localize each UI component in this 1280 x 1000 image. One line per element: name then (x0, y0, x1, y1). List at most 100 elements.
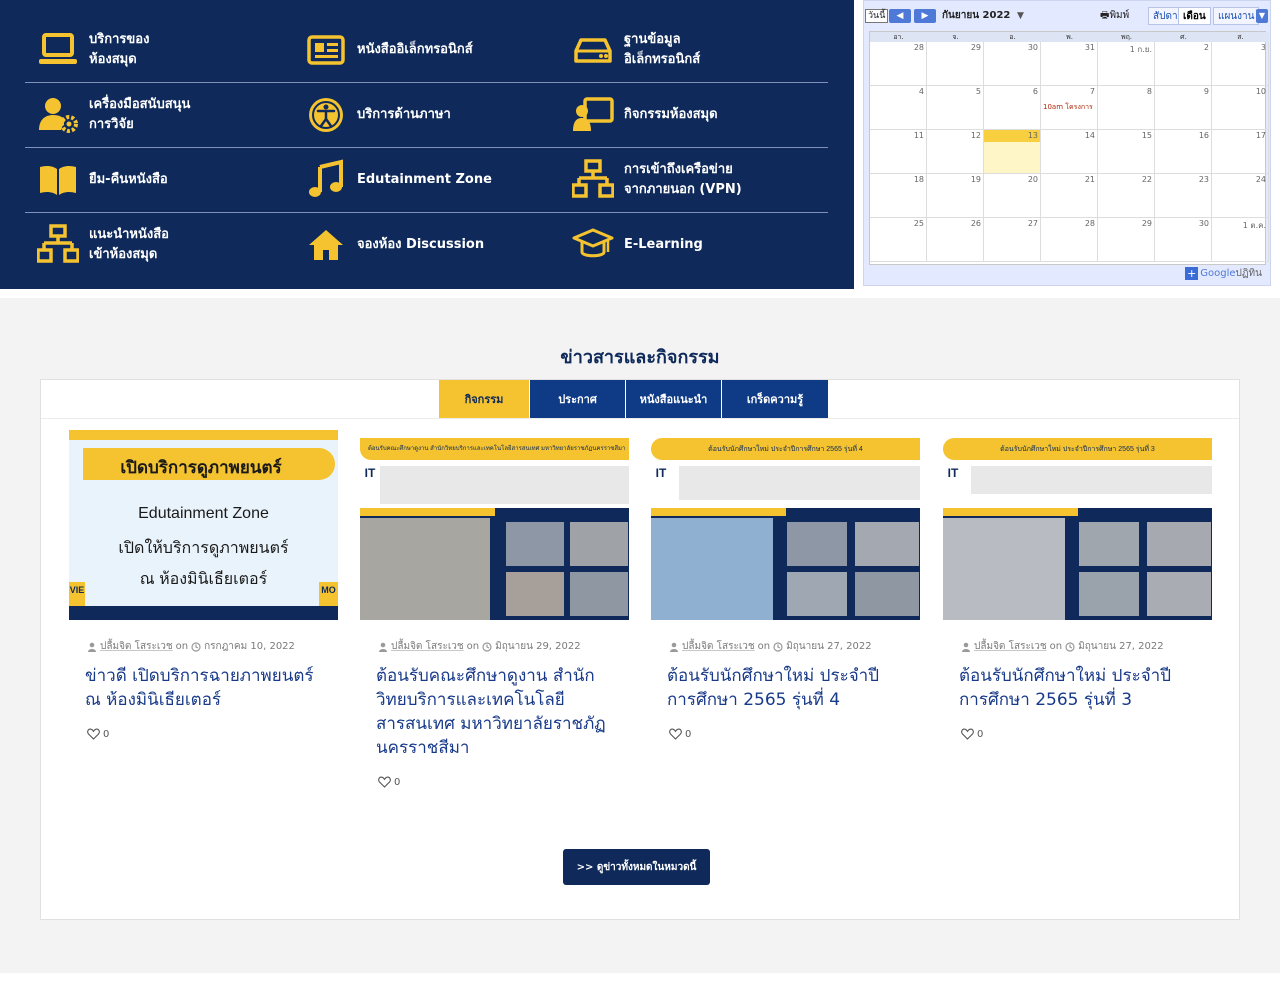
post-title[interactable]: ต้อนรับคณะศึกษาดูงาน สำนักวิทยบริการและเ… (376, 664, 611, 760)
calendar-day-cell[interactable]: 12 (927, 130, 984, 174)
calendar-day-cell[interactable]: 7 10am โครงการ (1041, 86, 1098, 130)
thumbnail-tag-right: MO (321, 585, 336, 595)
post-likes[interactable]: 0 (961, 728, 1212, 740)
service-vpn[interactable]: การเข้าถึงเครือข่าย จากภายนอก (VPN) (570, 148, 828, 212)
calendar-next-button[interactable]: ▶ (914, 9, 936, 23)
calendar-day-cell[interactable]: 8 (1098, 86, 1155, 130)
service-library-services[interactable]: บริการของ ห้องสมุด (35, 18, 290, 82)
service-research-tools[interactable]: เครื่องมือสนับสนุน การวิจัย (35, 83, 290, 147)
calendar-day-cell[interactable]: 19 (927, 174, 984, 218)
calendar-day-cell[interactable]: 31 (1041, 42, 1098, 86)
service-room-booking[interactable]: จองห้อง Discussion (303, 213, 558, 277)
thumbnail-text-block (380, 466, 629, 504)
calendar-weekday-header: อา. (870, 32, 927, 42)
thumbnail-line: Edutainment Zone (138, 505, 269, 522)
calendar-day-number: 10 (1255, 87, 1266, 96)
calendar-day-cell[interactable]: 16 (1155, 130, 1212, 174)
calendar-day-cell[interactable]: 23 (1155, 174, 1212, 218)
service-edutainment-zone[interactable]: Edutainment Zone (303, 148, 558, 212)
calendar-day-number: 24 (1255, 175, 1266, 184)
heart-icon (378, 776, 391, 788)
news-thumbnail[interactable]: ต้อนรับนักศึกษาใหม่ ประจำปีการศึกษา 2565… (651, 430, 920, 620)
calendar-day-cell[interactable]: 18 (870, 174, 927, 218)
calendar-day-cell[interactable]: 13 (984, 130, 1041, 174)
news-card: ต้อนรับนักศึกษาใหม่ ประจำปีการศึกษา 2565… (651, 430, 920, 740)
calendar-day-cell[interactable]: 11 (870, 130, 927, 174)
thumbnail-footer (69, 606, 338, 620)
calendar-day-cell[interactable]: 1 ก.ย. (1098, 42, 1155, 86)
tab-activities[interactable]: กิจกรรม (439, 380, 529, 418)
news-thumbnail[interactable]: ต้อนรับนักศึกษาใหม่ ประจำปีการศึกษา 2565… (943, 430, 1212, 620)
service-library-activities[interactable]: กิจกรรมห้องสมุด (570, 83, 828, 147)
calendar-day-number: 15 (1141, 131, 1152, 140)
calendar-day-cell[interactable]: 27 (984, 218, 1041, 262)
service-language[interactable]: บริการด้านภาษา (303, 83, 558, 147)
post-author[interactable]: ปลื้มจิต โสระเวช (682, 639, 755, 654)
calendar-day-cell[interactable]: 22 (1098, 174, 1155, 218)
post-meta: ปลื้มจิต โสระเวช on มิถุนายน 27, 2022 (669, 639, 920, 654)
post-author[interactable]: ปลื้มจิต โสระเวช (100, 639, 173, 654)
post-title[interactable]: ต้อนรับนักศึกษาใหม่ ประจำปีการศึกษา 2565… (959, 664, 1194, 712)
thumbnail-photo (1147, 572, 1211, 616)
service-e-learning[interactable]: E-Learning (570, 213, 828, 277)
post-likes[interactable]: 0 (669, 728, 920, 740)
calendar-day-cell[interactable]: 9 (1155, 86, 1212, 130)
calendar-day-cell[interactable]: 2 (1155, 42, 1212, 86)
calendar-tab-month[interactable]: เดือน (1178, 7, 1211, 25)
calendar-day-cell[interactable]: 24 (1212, 174, 1269, 218)
google-calendar-link[interactable]: + Google ปฏิทิน (1185, 266, 1262, 281)
thumbnail-heading: เปิดบริการดูภาพยนตร์ (120, 458, 282, 477)
news-thumbnail[interactable]: ต้อนรับคณะศึกษาดูงาน สำนักวิทยบริการและเ… (360, 430, 629, 620)
service-borrow-return[interactable]: ยืม-คืนหนังสือ (35, 148, 290, 212)
tab-knowledge[interactable]: เกร็ดความรู้ (721, 380, 828, 418)
thumbnail-accent (943, 508, 1078, 516)
chevron-down-icon[interactable]: ▼ (1017, 9, 1024, 23)
calendar-day-cell[interactable]: 30 (1155, 218, 1212, 262)
calendar-day-cell[interactable]: 26 (927, 218, 984, 262)
calendar-day-cell[interactable]: 6 (984, 86, 1041, 130)
service-databases[interactable]: ฐานข้อมูล อิเล็กทรอนิกส์ (570, 18, 828, 82)
calendar-day-number: 26 (970, 219, 981, 228)
tab-recommended-books[interactable]: หนังสือแนะนำ (625, 380, 721, 418)
calendar-day-cell[interactable]: 28 (1041, 218, 1098, 262)
calendar-day-cell[interactable]: 3 (1212, 42, 1269, 86)
post-title[interactable]: ต้อนรับนักศึกษาใหม่ ประจำปีการศึกษา 2565… (667, 664, 902, 712)
calendar-day-cell[interactable]: 10 (1212, 86, 1269, 130)
service-label: บริการของ ห้องสมุด (89, 32, 150, 67)
calendar-day-cell[interactable]: 17 (1212, 130, 1269, 174)
calendar-day-cell[interactable]: 14 (1041, 130, 1098, 174)
calendar-day-cell[interactable]: 4 (870, 86, 927, 130)
post-likes[interactable]: 0 (378, 776, 629, 788)
calendar-day-cell[interactable]: 5 (927, 86, 984, 130)
post-likes[interactable]: 0 (87, 728, 338, 740)
calendar-tab-dropdown-icon[interactable]: ▼ (1256, 9, 1268, 23)
calendar-print-button[interactable]: 🖶พิมพ์ (1100, 9, 1129, 23)
news-card: เปิดบริการดูภาพยนตร์ Edutainment Zone เป… (69, 430, 338, 740)
calendar-day-cell[interactable]: 15 (1098, 130, 1155, 174)
post-author[interactable]: ปลื้มจิต โสระเวช (974, 639, 1047, 654)
calendar-day-cell[interactable]: 20 (984, 174, 1041, 218)
calendar-day-cell[interactable]: 1 ต.ค. (1212, 218, 1269, 262)
calendar-event[interactable]: 10am โครงการ (1043, 102, 1093, 113)
calendar-day-number: 9 (1203, 87, 1209, 96)
calendar-prev-button[interactable]: ◀ (889, 9, 911, 23)
calendar-day-cell[interactable]: 30 (984, 42, 1041, 86)
post-author[interactable]: ปลื้มจิต โสระเวช (391, 639, 464, 654)
calendar-day-cell[interactable]: 21 (1041, 174, 1098, 218)
calendar-tab-agenda[interactable]: แผนงาน (1213, 7, 1260, 25)
calendar-today-button[interactable]: วันนี้ (865, 9, 889, 23)
tab-announcements[interactable]: ประกาศ (529, 380, 625, 418)
like-count: 0 (977, 728, 984, 740)
view-all-news-button[interactable]: >> ดูข่าวทั้งหมดในหมวดนี้ (563, 849, 710, 885)
news-thumbnail[interactable]: เปิดบริการดูภาพยนตร์ Edutainment Zone เป… (69, 430, 338, 620)
calendar-day-cell[interactable]: 28 (870, 42, 927, 86)
calendar-month-grid: อา. จ. อ. พ. พฤ. ศ. ส. 28 29 30 31 1 ก.ย. 2 3 4 5 6 7 10am… (869, 31, 1269, 265)
service-ebooks[interactable]: หนังสืออิเล็กทรอนิกส์ (303, 18, 558, 82)
service-book-recommendation[interactable]: แนะนำหนังสือ เข้าห้องสมุด (35, 213, 290, 277)
calendar-day-cell[interactable]: 29 (927, 42, 984, 86)
calendar-day-cell[interactable]: 29 (1098, 218, 1155, 262)
calendar-weekday-header: อ. (984, 32, 1041, 42)
calendar-day-cell[interactable]: 25 (870, 218, 927, 262)
post-title[interactable]: ข่าวดี เปิดบริการฉายภาพยนตร์ ณ ห้องมินิเ… (85, 664, 320, 712)
calendar-day-number: 7 (1089, 87, 1095, 96)
